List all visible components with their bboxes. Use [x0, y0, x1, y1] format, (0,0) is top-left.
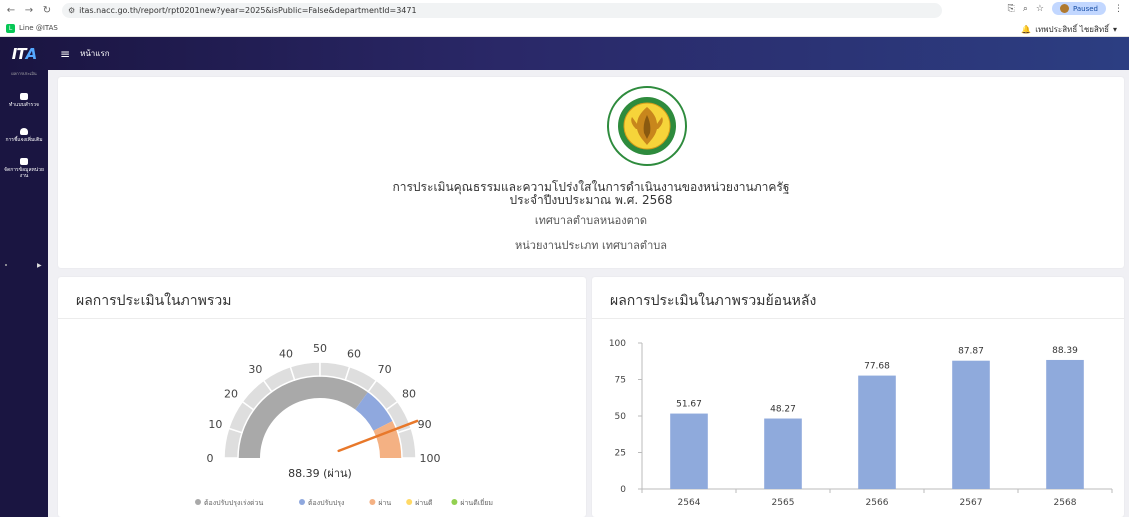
- x-tick-label: 2565: [772, 498, 795, 508]
- profile-status: Paused: [1072, 4, 1098, 13]
- x-tick-label: 2564: [678, 498, 701, 508]
- legend-swatch: [299, 499, 305, 505]
- bookmark-line-itas[interactable]: L Line @ITAS: [6, 23, 58, 33]
- sidebar: ผลการประเมิน ทำแบบสำรวจ การชี้แจงเพิ่มเต…: [0, 70, 48, 517]
- profile-avatar-icon: [1059, 4, 1069, 13]
- user-icon: [20, 128, 28, 135]
- bookmark-label: Line @ITAS: [19, 24, 58, 32]
- report-title-line2: ประจำปีงบประมาณ พ.ศ. 2568: [509, 193, 673, 207]
- bar-data-label: 88.39: [1052, 346, 1078, 356]
- legend-label[interactable]: ผ่าน: [378, 499, 391, 507]
- x-tick-label: 2566: [866, 498, 889, 508]
- gauge-tick-label: 0: [207, 452, 214, 465]
- overall-gauge: 0 10 20 30 40 50 60 70 80 90 100 88.39 (ผ่าน) ต้อง…: [195, 342, 493, 507]
- hamburger-menu-icon[interactable]: ≡: [60, 47, 70, 61]
- sidebar-item-label: การชี้แจงเพิ่มเติม: [5, 137, 43, 143]
- bar-data-label: 87.87: [958, 347, 984, 357]
- bar-data-label: 51.67: [676, 400, 702, 410]
- legend-label[interactable]: ผ่านดี: [415, 499, 432, 507]
- y-tick-label: 25: [615, 449, 626, 459]
- browser-toolbar: ← → ↻ ⚙ itas.nacc.go.th/report/rpt0201ne…: [0, 0, 1129, 20]
- gauge-tick-label: 40: [279, 347, 293, 360]
- y-tick-label: 50: [615, 412, 627, 422]
- sidebar-item-clarification[interactable]: การชี้แจงเพิ่มเติม: [0, 128, 48, 143]
- legend-swatch: [451, 499, 458, 505]
- line-app-icon: L: [6, 23, 15, 33]
- gauge-tick-label: 80: [402, 387, 416, 400]
- y-tick-label: 100: [609, 339, 626, 349]
- x-tick-label: 2568: [1054, 498, 1077, 508]
- history-assessment-card: ผลการประเมินในภาพรวมย้อนหลัง 0 25 50 75 100 …: [592, 277, 1124, 517]
- bar-2568[interactable]: [1046, 359, 1084, 489]
- app-header: IT A ≡ หน้าแรก: [0, 37, 1129, 70]
- overall-assessment-card: ผลการประเมินในภาพรวม 0 10 20 30 40 50 60 70 80 90…: [58, 277, 586, 517]
- organization-name: เทศบาลตำบลหนองตาด: [534, 214, 648, 227]
- bar-2565[interactable]: [764, 418, 802, 489]
- browser-actions: ⎘ ⌕ ☆ Paused ⋮: [1008, 2, 1123, 15]
- gauge-tick-label: 90: [418, 418, 432, 431]
- address-bar[interactable]: ⚙ itas.nacc.go.th/report/rpt0201new?year…: [62, 2, 942, 18]
- legend-swatch: [195, 499, 201, 505]
- legend-label[interactable]: ต้องปรับปรุงเร่งด่วน: [204, 499, 263, 507]
- gauge-tick-label: 50: [313, 342, 327, 355]
- sidebar-item-survey[interactable]: ทำแบบสำรวจ: [0, 93, 48, 108]
- report-header-card: การประเมินคุณธรรมและความโปร่งใสในการดำเน…: [58, 77, 1124, 268]
- bar-2567[interactable]: [952, 360, 990, 489]
- logo-text-main: IT: [11, 44, 27, 63]
- legend-swatch: [406, 499, 413, 505]
- sidebar-dot: [5, 264, 7, 266]
- bar-data-label: 77.68: [864, 362, 890, 372]
- browser-menu-icon[interactable]: ⋮: [1114, 4, 1123, 14]
- sidebar-item-label: ทำแบบสำรวจ: [9, 102, 39, 108]
- sidebar-item-label: จัดการข้อมูลหน่วยงาน: [4, 167, 44, 179]
- edit-icon: [20, 93, 28, 100]
- breadcrumb-home[interactable]: หน้าแรก: [80, 47, 110, 60]
- municipality-seal: [607, 86, 687, 166]
- bar-2564[interactable]: [670, 413, 708, 489]
- sidebar-expand-icon[interactable]: ▶: [37, 262, 42, 269]
- logo-text-accent: A: [25, 44, 38, 63]
- profile-button[interactable]: Paused: [1051, 2, 1106, 15]
- building-icon: [20, 158, 28, 165]
- translate-icon[interactable]: ⎘: [1008, 4, 1015, 14]
- bar-2566[interactable]: [858, 375, 896, 489]
- organization-type: หน่วยงานประเภท เทศบาลตำบล: [515, 239, 667, 252]
- sidebar-item-results[interactable]: ผลการประเมิน: [0, 70, 48, 75]
- sidebar-item-agency-data[interactable]: จัดการข้อมูลหน่วยงาน: [0, 158, 48, 179]
- legend-label[interactable]: ผ่านดีเยี่ยม: [460, 498, 493, 507]
- y-tick-label: 75: [615, 376, 626, 386]
- reload-icon[interactable]: ↻: [40, 5, 54, 16]
- gauge-tick-label: 100: [420, 452, 441, 465]
- user-name: เทพประสิทธิ์ ไชยสิทธิ์: [1035, 25, 1109, 34]
- legend-label[interactable]: ต้องปรับปรุง: [308, 499, 344, 507]
- itas-logo[interactable]: IT A: [0, 37, 48, 70]
- gauge-tick-label: 60: [347, 347, 361, 360]
- legend-swatch: [369, 499, 376, 505]
- bell-icon[interactable]: 🔔: [1021, 25, 1031, 34]
- back-icon[interactable]: ←: [4, 5, 18, 16]
- bookmark-star-icon[interactable]: ☆: [1036, 4, 1044, 14]
- caret-down-icon: ▾: [1112, 25, 1117, 34]
- gauge-tick-label: 10: [208, 418, 222, 431]
- x-tick-label: 2567: [960, 498, 983, 508]
- history-bar-chart: 0 25 50 75 100 51.67 48.27 77.68 87.87 88.39 256…: [609, 339, 1113, 508]
- y-tick-label: 0: [620, 485, 626, 495]
- user-menu[interactable]: 🔔 เทพประสิทธิ์ ไชยสิทธิ์ ▾: [1021, 23, 1117, 36]
- gauge-tick-label: 70: [378, 363, 392, 376]
- bookmarks-bar: L Line @ITAS 🔔 เทพประสิทธิ์ ไชยสิทธิ์ ▾: [0, 20, 1129, 37]
- bar-data-label: 48.27: [770, 405, 796, 415]
- forward-icon[interactable]: →: [22, 5, 36, 16]
- zoom-icon[interactable]: ⌕: [1023, 4, 1028, 14]
- gauge-tick-label: 30: [248, 363, 262, 376]
- gauge-score-label: 88.39 (ผ่าน): [288, 467, 352, 480]
- gauge-tick-label: 20: [224, 387, 238, 400]
- url-text: itas.nacc.go.th/report/rpt0201new?year=2…: [79, 5, 417, 15]
- site-info-icon[interactable]: ⚙: [68, 6, 75, 15]
